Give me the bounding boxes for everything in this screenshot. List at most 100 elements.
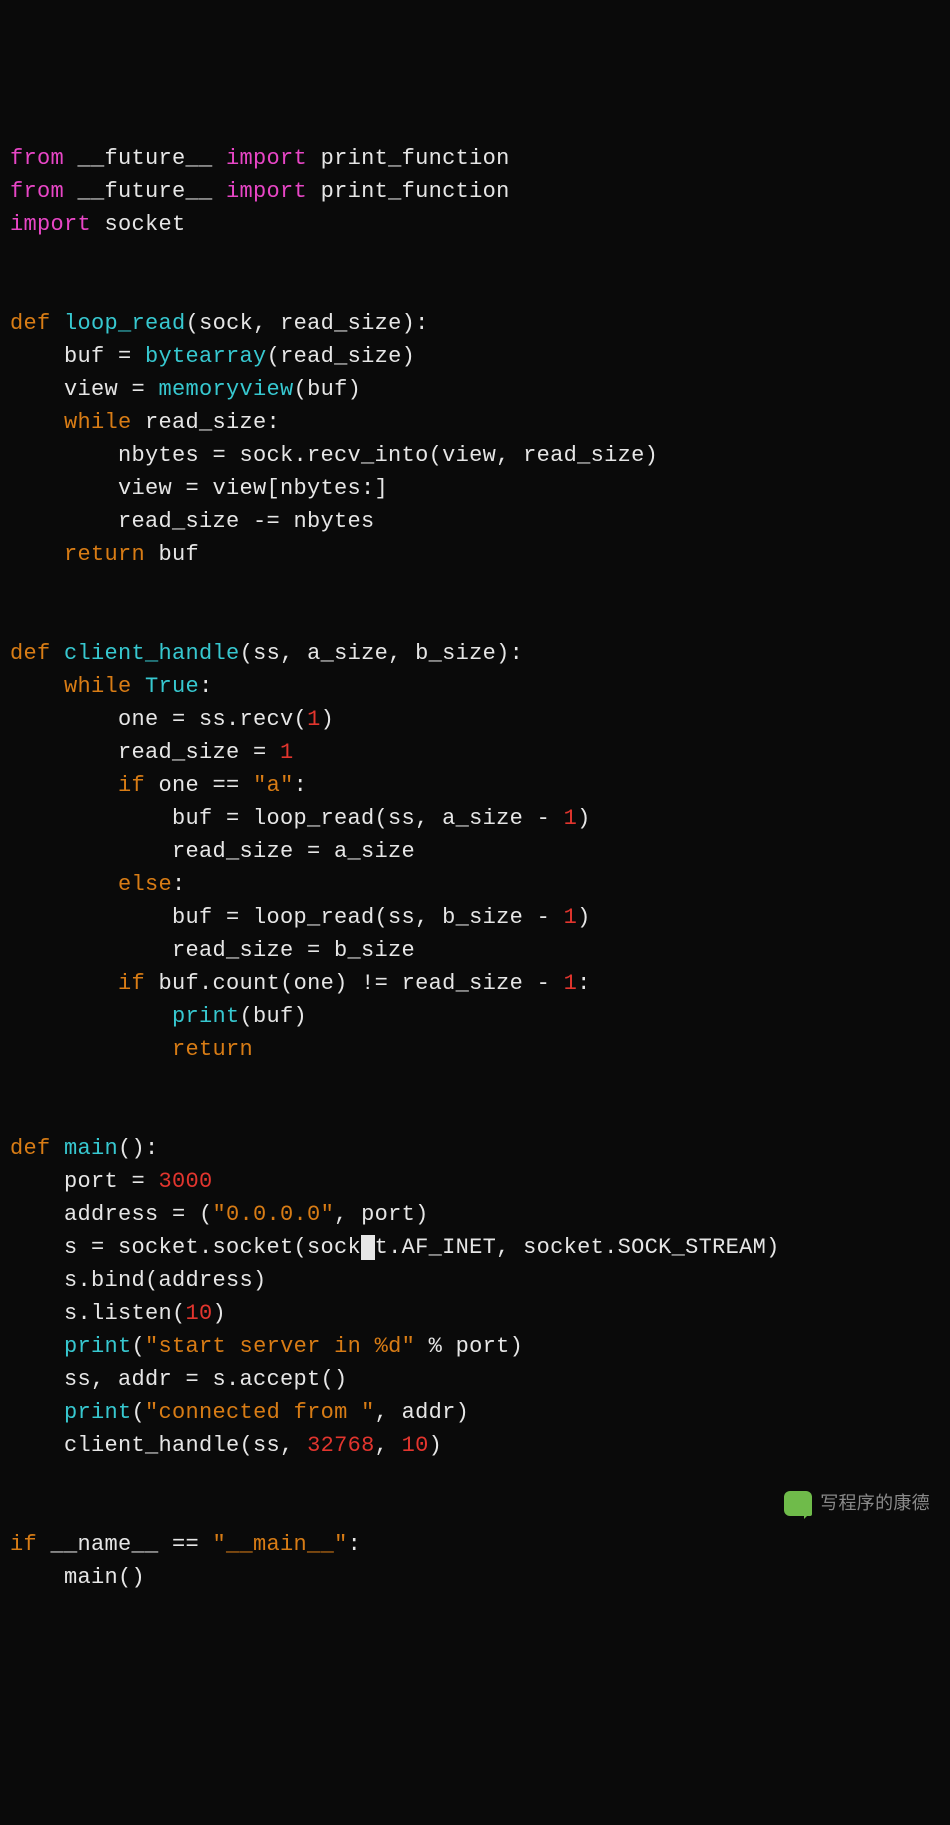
code-token: else [118, 872, 172, 897]
code-token: if [118, 773, 145, 798]
code-token: ( [132, 1400, 146, 1425]
code-token: : [199, 674, 213, 699]
code-token: ) [213, 1301, 227, 1326]
code-token: from [10, 179, 64, 204]
code-token: if [118, 971, 145, 996]
code-token: ) [577, 905, 591, 930]
code-token: 1 [280, 740, 294, 765]
code-token: read_size -= nbytes [10, 509, 375, 534]
code-token: print_function [307, 146, 510, 171]
code-token: while [64, 410, 132, 435]
code-token: import [226, 146, 307, 171]
code-token: 10 [186, 1301, 213, 1326]
code-token [10, 872, 118, 897]
code-token: 1 [307, 707, 321, 732]
code-token: socket [91, 212, 186, 237]
code-token: "0.0.0.0" [213, 1202, 335, 1227]
code-token: s = socket.socket(sock [10, 1235, 361, 1260]
code-token: : [172, 872, 186, 897]
code-token: s.listen( [10, 1301, 186, 1326]
code-token: loop_read [64, 311, 186, 336]
code-token: ) [321, 707, 335, 732]
code-token: ) [429, 1433, 443, 1458]
code-token: (): [118, 1136, 159, 1161]
code-token: port = [10, 1169, 159, 1194]
code-token: t.AF_INET, socket.SOCK_STREAM) [375, 1235, 780, 1260]
code-token: ) [577, 806, 591, 831]
code-token: return [64, 542, 145, 567]
code-token: : [348, 1532, 362, 1557]
code-token: (ss, a_size, b_size): [240, 641, 524, 666]
code-token: (read_size) [267, 344, 416, 369]
code-token: main [64, 1136, 118, 1161]
code-token: return [172, 1037, 253, 1062]
code-token: client_handle(ss, [10, 1433, 307, 1458]
code-token: read_size = [10, 740, 280, 765]
code-token [10, 1004, 172, 1029]
code-token: import [10, 212, 91, 237]
code-token: __future__ [64, 146, 226, 171]
code-token: "connected from " [145, 1400, 375, 1425]
code-token: bytearray [145, 344, 267, 369]
watermark: 写程序的康德 [784, 1487, 930, 1520]
code-token [10, 542, 64, 567]
code-token: "start server in %d" [145, 1334, 415, 1359]
code-token: print [172, 1004, 240, 1029]
code-token: __future__ [64, 179, 226, 204]
code-token: def [10, 1136, 51, 1161]
code-token: , addr) [375, 1400, 470, 1425]
wechat-icon [784, 1491, 812, 1516]
code-token: 3000 [159, 1169, 213, 1194]
code-token: one = ss.recv( [10, 707, 307, 732]
code-token: address = ( [10, 1202, 213, 1227]
code-token: , [375, 1433, 402, 1458]
code-token: view = [10, 377, 159, 402]
code-token: "__main__" [213, 1532, 348, 1557]
code-token: ss, addr = s.accept() [10, 1367, 348, 1392]
code-token: print [64, 1334, 132, 1359]
code-token: from [10, 146, 64, 171]
code-token: buf.count(one) != read_size - [145, 971, 564, 996]
code-token: while [64, 674, 132, 699]
code-token: view = view[nbytes:] [10, 476, 388, 501]
code-token: (buf) [294, 377, 362, 402]
code-token: 32768 [307, 1433, 375, 1458]
code-token: buf = [10, 344, 145, 369]
code-token: s.bind(address) [10, 1268, 267, 1293]
code-token: buf [145, 542, 199, 567]
code-token: % port) [415, 1334, 523, 1359]
code-token: main() [10, 1565, 145, 1590]
code-token: 10 [402, 1433, 429, 1458]
code-token: 1 [564, 806, 578, 831]
code-token [51, 641, 65, 666]
code-token: read_size = a_size [10, 839, 415, 864]
code-token: e [361, 1235, 375, 1260]
code-token [10, 1037, 172, 1062]
code-token: (buf) [240, 1004, 308, 1029]
code-token [132, 674, 146, 699]
code-token: def [10, 641, 51, 666]
code-token: nbytes = sock.recv_into(view, read_size) [10, 443, 658, 468]
code-token [51, 311, 65, 336]
code-token: import [226, 179, 307, 204]
code-token [10, 674, 64, 699]
code-token [10, 410, 64, 435]
code-token: if [10, 1532, 37, 1557]
code-token: memoryview [159, 377, 294, 402]
code-token [10, 773, 118, 798]
code-token: buf = loop_read(ss, a_size - [10, 806, 564, 831]
code-token: buf = loop_read(ss, b_size - [10, 905, 564, 930]
code-token [51, 1136, 65, 1161]
code-token: print_function [307, 179, 510, 204]
code-token: True [145, 674, 199, 699]
code-token [10, 1334, 64, 1359]
code-token: : [577, 971, 591, 996]
code-token: one == [145, 773, 253, 798]
code-token: read_size = b_size [10, 938, 415, 963]
code-token: client_handle [64, 641, 240, 666]
code-block: from __future__ import print_function fr… [10, 142, 940, 1594]
code-token: : [294, 773, 308, 798]
code-token [10, 971, 118, 996]
code-token: "a" [253, 773, 294, 798]
code-token: 1 [564, 971, 578, 996]
